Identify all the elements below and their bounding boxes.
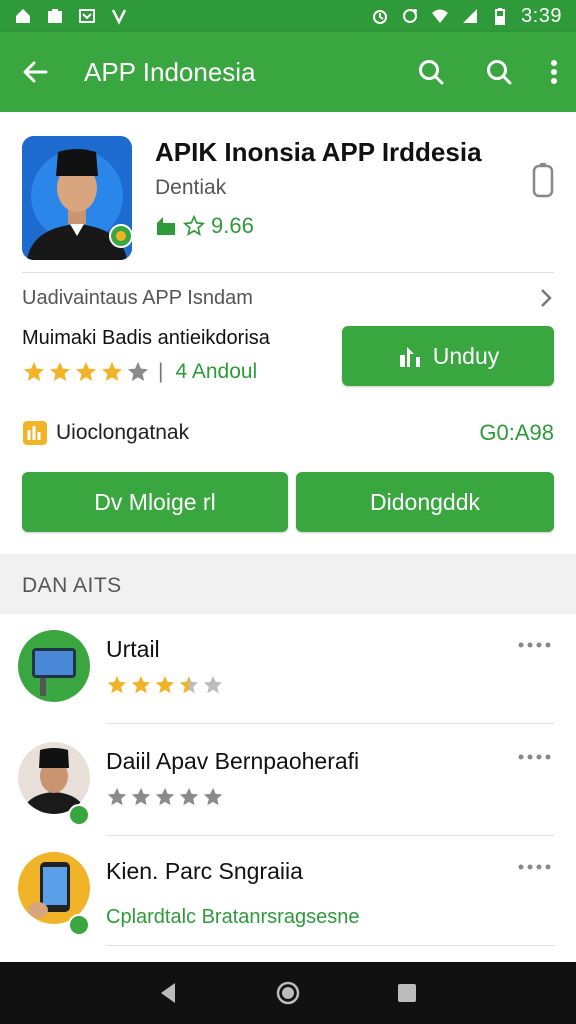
- verified-badge-icon: [68, 804, 90, 826]
- star-empty-icon: [128, 362, 148, 381]
- star-filled-icon: [107, 675, 127, 694]
- divider: [106, 723, 554, 724]
- search-icon: [419, 60, 444, 85]
- secondary-button-left-label: Dv Mloige rl: [94, 488, 216, 515]
- app-developer: Dentiak: [155, 176, 227, 199]
- search-button-secondary[interactable]: [484, 57, 514, 87]
- secondary-button-right-label: Didongddk: [370, 488, 480, 515]
- more-vert-icon: [551, 60, 557, 84]
- app-stars: | 4 Andoul: [22, 360, 257, 384]
- list-item-stars: [106, 674, 226, 696]
- sync-icon: [403, 9, 418, 23]
- star-empty-icon: [155, 787, 175, 806]
- overflow-menu-button[interactable]: [544, 57, 564, 87]
- system-nav-bar: [0, 962, 576, 1024]
- phone-device-icon[interactable]: [532, 162, 554, 198]
- list-item-avatar: [18, 630, 90, 702]
- secondary-button-right[interactable]: Didongddk: [296, 472, 554, 532]
- download-icon: [399, 347, 420, 367]
- more-horiz-icon[interactable]: [516, 640, 552, 650]
- star-empty-icon: [179, 787, 199, 806]
- status-bar: 3:39: [0, 0, 576, 32]
- verified-badge-icon: [68, 914, 90, 936]
- list-item-name: Urtail: [106, 636, 160, 662]
- star-half-icon: [179, 675, 199, 694]
- list-item-name: Kien. Parc Sngraiia: [106, 858, 303, 884]
- app-info-link-label: Uadivaintaus APP Isndam: [22, 286, 253, 309]
- star-empty-icon: [107, 787, 127, 806]
- star-empty-icon: [203, 675, 223, 694]
- home-notification-icon: [16, 9, 30, 23]
- nav-recents-icon[interactable]: [393, 979, 421, 1007]
- star-rating: [22, 360, 152, 384]
- divider: [22, 272, 554, 273]
- app-name: APIK Inonsia APP Irddesia: [155, 137, 482, 167]
- stars-separator: |: [158, 360, 164, 383]
- app-detail-card: APIK Inonsia APP Irddesia Dentiak 9.66 U…: [0, 112, 576, 554]
- size-row: Uioclongatnak G0:A98: [22, 418, 554, 448]
- battery-icon: [495, 8, 506, 25]
- app-info-link[interactable]: Uadivaintaus APP Isndam: [22, 284, 554, 312]
- app-icon: [22, 136, 132, 260]
- star-filled-icon: [102, 362, 122, 381]
- divider: [106, 945, 554, 946]
- more-horiz-icon[interactable]: [516, 862, 552, 872]
- status-time: 3:39: [521, 4, 562, 27]
- nav-home-icon[interactable]: [274, 979, 302, 1007]
- signal-icon: [463, 9, 478, 23]
- app-rating: 9.66: [155, 213, 254, 239]
- star-empty-icon: [203, 787, 223, 806]
- star-filled-icon: [76, 362, 96, 381]
- chevron-right-icon: [541, 289, 552, 307]
- star-filled-icon: [50, 362, 70, 381]
- location-notification-icon: [111, 9, 127, 25]
- nav-back-icon[interactable]: [155, 979, 183, 1007]
- list-item[interactable]: Kien. Parc Sngraiia Cplardtalc Bratanrsr…: [0, 836, 576, 946]
- star-filled-icon: [155, 675, 175, 694]
- file-size-icon: [23, 421, 47, 445]
- star-filled-icon: [24, 362, 44, 381]
- alarm-icon: [373, 10, 388, 24]
- app-bar: APP Indonesia: [0, 32, 576, 112]
- store-notification-icon: [48, 9, 62, 23]
- list-item[interactable]: Urtail: [0, 614, 576, 724]
- star-empty-icon: [131, 787, 151, 806]
- star-outline-icon: [183, 215, 205, 236]
- list-item[interactable]: Daiil Apav Bernpaoherafi: [0, 726, 576, 836]
- list-item-subtitle: Cplardtalc Bratanrsragsesne: [106, 906, 360, 928]
- app-subtitle: Muimaki Badis antieikdorisa: [22, 327, 270, 349]
- install-button[interactable]: Unduy: [342, 326, 554, 386]
- rating-value: 9.66: [211, 213, 254, 238]
- star-filled-icon: [131, 675, 151, 694]
- stars-text: 4 Andoul: [175, 360, 258, 383]
- wifi-icon: [432, 9, 449, 23]
- install-button-label: Unduy: [432, 342, 500, 369]
- list-item-name: Daiil Apav Bernpaoherafi: [106, 748, 360, 774]
- app-bar-title: APP Indonesia: [84, 56, 256, 87]
- size-value: G0:A98: [479, 420, 554, 445]
- list-item-stars: [106, 786, 226, 808]
- related-apps-list: Urtail Daiil Apav Bernpaoherafi Kien. Pa…: [0, 614, 576, 962]
- more-horiz-icon[interactable]: [516, 752, 552, 762]
- message-notification-icon: [79, 9, 95, 23]
- back-arrow-icon[interactable]: [20, 57, 50, 87]
- editors-choice-icon: [157, 217, 175, 235]
- secondary-button-left[interactable]: Dv Mloige rl: [22, 472, 288, 532]
- search-button[interactable]: [416, 57, 446, 87]
- size-label: Uioclongatnak: [56, 421, 190, 444]
- search-icon: [487, 60, 512, 85]
- section-title: DAN AITS: [22, 574, 122, 597]
